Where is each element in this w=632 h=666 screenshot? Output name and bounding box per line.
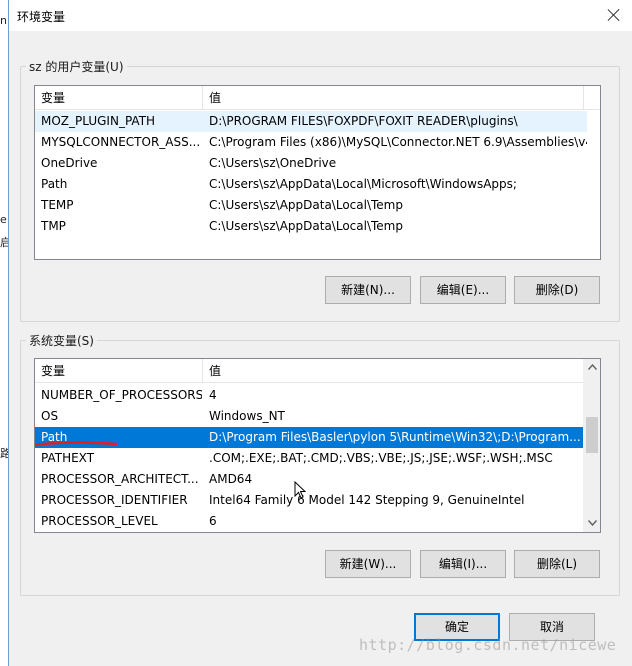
variable-name: Path	[41, 177, 68, 191]
environment-variables-dialog: 环境变量 sz 的用户变量(U) 变量 值 MOZ_PLUGIN_PATH D:…	[8, 0, 632, 666]
variable-value: C:\Users\sz\AppData\Local\Temp	[209, 198, 403, 212]
system-variables-list[interactable]: 变量 值 NUMBER_OF_PROCESSORS 4 OS Windows_N…	[34, 358, 601, 533]
list-item[interactable]: OneDrive C:\Users\sz\OneDrive	[35, 153, 587, 174]
column-header-variable[interactable]: 变量	[35, 359, 202, 383]
background-text: 启	[0, 236, 8, 249]
user-variables-list[interactable]: 变量 值 MOZ_PLUGIN_PATH D:\PROGRAM FILES\FO…	[34, 85, 601, 260]
variable-value: C:\Users\sz\OneDrive	[209, 156, 337, 170]
list-item[interactable]: Path C:\Users\sz\AppData\Local\Microsoft…	[35, 174, 587, 195]
user-delete-button[interactable]: 删除(D)	[514, 276, 600, 304]
watermark-text: http://blog.csdn.net/nicewe	[359, 636, 617, 654]
system-variables-label: 系统变量(S)	[26, 332, 97, 349]
list-item[interactable]: TMP C:\Users\sz\AppData\Local\Temp	[35, 216, 587, 237]
variable-value: Intel64 Family 6 Model 142 Stepping 9, G…	[209, 493, 525, 507]
annotation-underline	[35, 441, 117, 447]
variable-value: C:\Users\sz\AppData\Local\Temp	[209, 219, 403, 233]
scroll-down-icon[interactable]	[584, 515, 600, 532]
variable-name: OneDrive	[41, 156, 98, 170]
user-variables-label: sz 的用户变量(U)	[26, 58, 127, 75]
title-bar[interactable]: 环境变量	[9, 0, 632, 31]
list-header: 变量 值	[35, 86, 600, 110]
list-item[interactable]: PROCESSOR_ARCHITECT... AMD64	[35, 469, 583, 490]
background-text: n	[0, 14, 7, 27]
list-item[interactable]: PROCESSOR_LEVEL 6	[35, 511, 583, 532]
list-item-selected[interactable]: Path D:\Program Files\Basler\pylon 5\Run…	[35, 427, 583, 448]
vertical-scrollbar[interactable]	[583, 359, 600, 532]
scroll-up-icon[interactable]	[584, 359, 600, 376]
variable-value: .COM;.EXE;.BAT;.CMD;.VBS;.VBE;.JS;.JSE;.…	[209, 451, 553, 465]
list-item[interactable]: OS Windows_NT	[35, 406, 583, 427]
system-edit-button[interactable]: 编辑(I)...	[420, 550, 506, 578]
variable-name: PROCESSOR_ARCHITECT...	[41, 472, 199, 486]
variable-value: C:\Program Files (x86)\MySQL\Connector.N…	[209, 135, 587, 149]
variable-name: PATHEXT	[41, 451, 95, 465]
list-item[interactable]: PROCESSOR_IDENTIFIER Intel64 Family 6 Mo…	[35, 490, 583, 511]
variable-name: PROCESSOR_IDENTIFIER	[41, 493, 188, 507]
variable-value: D:\PROGRAM FILES\FOXPDF\FOXIT READER\plu…	[209, 114, 518, 128]
variable-name: OS	[41, 409, 59, 423]
variable-name: MYSQLCONNECTOR_ASS...	[41, 135, 201, 149]
column-divider[interactable]	[583, 86, 584, 110]
column-header-variable[interactable]: 变量	[35, 86, 202, 110]
variable-name: TEMP	[41, 198, 74, 212]
mouse-cursor-icon	[294, 481, 306, 499]
list-item[interactable]: NUMBER_OF_PROCESSORS 4	[35, 385, 583, 406]
column-header-value[interactable]: 值	[203, 359, 583, 383]
scrollbar-thumb[interactable]	[586, 417, 598, 453]
variable-value: 4	[209, 388, 217, 402]
variable-value: 6	[209, 514, 217, 528]
list-header: 变量 值	[35, 359, 583, 383]
list-item[interactable]: MYSQLCONNECTOR_ASS... C:\Program Files (…	[35, 132, 587, 153]
variable-name: NUMBER_OF_PROCESSORS	[41, 388, 202, 402]
background-text: 路	[0, 447, 8, 460]
variable-value: AMD64	[209, 472, 253, 486]
variable-name: MOZ_PLUGIN_PATH	[41, 114, 156, 128]
user-edit-button[interactable]: 编辑(E)...	[420, 276, 506, 304]
variable-value: D:\Program Files\Basler\pylon 5\Runtime\…	[209, 430, 581, 444]
variable-value: Windows_NT	[209, 409, 285, 423]
system-new-button[interactable]: 新建(W)...	[325, 550, 411, 578]
list-item[interactable]: MOZ_PLUGIN_PATH D:\PROGRAM FILES\FOXPDF\…	[35, 111, 587, 132]
list-item[interactable]: PATHEXT .COM;.EXE;.BAT;.CMD;.VBS;.VBE;.J…	[35, 448, 583, 469]
variable-value: C:\Users\sz\AppData\Local\Microsoft\Wind…	[209, 177, 517, 191]
list-item[interactable]: TEMP C:\Users\sz\AppData\Local\Temp	[35, 195, 587, 216]
system-delete-button[interactable]: 删除(L)	[514, 550, 600, 578]
user-new-button[interactable]: 新建(N)...	[325, 276, 411, 304]
variable-name: TMP	[41, 219, 66, 233]
background-text: e	[0, 213, 7, 226]
dialog-title: 环境变量	[17, 10, 66, 24]
close-icon[interactable]	[603, 4, 625, 26]
column-header-value[interactable]: 值	[203, 86, 583, 110]
variable-name: PROCESSOR_LEVEL	[41, 514, 158, 528]
